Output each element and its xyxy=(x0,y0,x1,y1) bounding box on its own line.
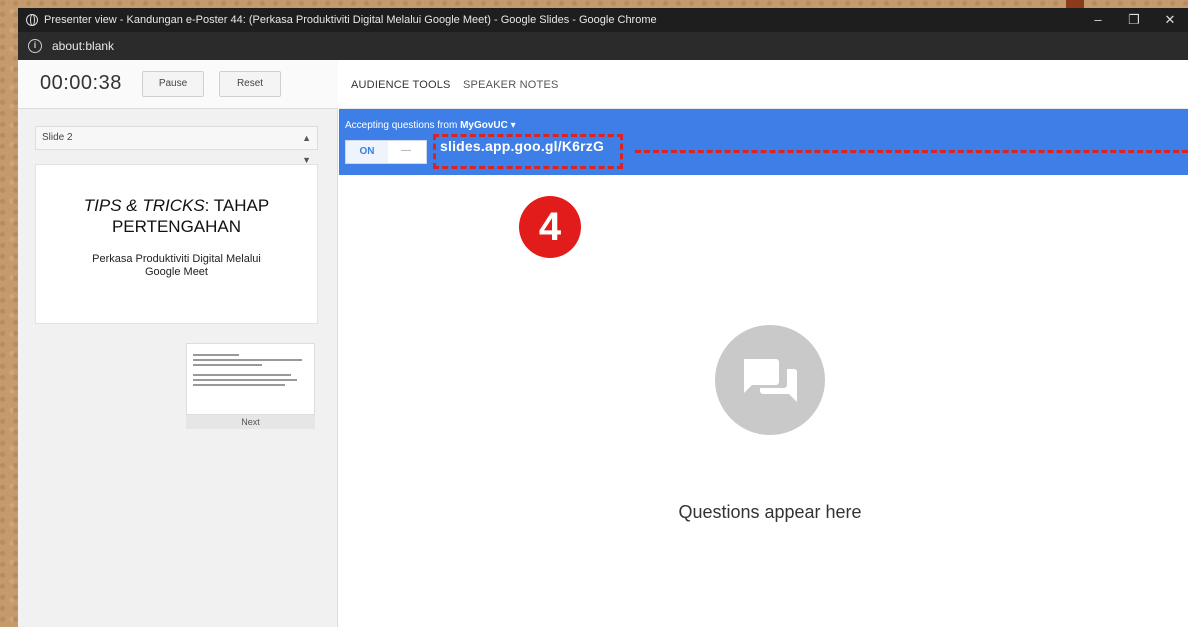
thumb-line xyxy=(193,364,262,366)
minimize-button[interactable]: – xyxy=(1080,8,1116,32)
questions-empty-text: Questions appear here xyxy=(678,502,862,522)
presenter-left-panel: 00:00:38 Pause Reset Slide 2 ▲ ▼ TIPS & T… xyxy=(18,60,338,627)
qa-link[interactable]: slides.app.goo.gl/K6rzG xyxy=(440,138,604,154)
info-icon[interactable]: i xyxy=(28,39,42,53)
title-bar: Presenter view - Kandungan e-Poster 44: … xyxy=(18,8,1188,32)
timer-bar: 00:00:38 Pause Reset xyxy=(18,60,338,109)
globe-icon xyxy=(26,14,38,26)
thumb-line xyxy=(193,384,285,386)
questions-icon xyxy=(715,325,825,435)
address-bar[interactable]: i about:blank xyxy=(18,32,1188,60)
annotation-dashed-line xyxy=(635,150,1188,153)
thumb-line xyxy=(193,354,239,356)
presenter-right-panel: AUDIENCE TOOLS SPEAKER NOTES Accepting q… xyxy=(339,60,1188,627)
chat-bubbles-icon xyxy=(744,359,797,402)
restore-button[interactable]: ❐ xyxy=(1116,8,1152,32)
next-label[interactable]: Next xyxy=(186,415,315,429)
accepting-prefix: Accepting questions from xyxy=(345,120,458,131)
thumb-line xyxy=(193,379,297,381)
next-slide-thumbnail[interactable] xyxy=(186,343,315,415)
tab-audience-tools[interactable]: AUDIENCE TOOLS xyxy=(351,60,451,109)
step-number-badge: 4 xyxy=(519,196,581,258)
browser-window: Presenter view - Kandungan e-Poster 44: … xyxy=(18,8,1188,627)
window-controls: – ❐ ✕ xyxy=(1080,8,1188,32)
close-button[interactable]: ✕ xyxy=(1152,8,1188,32)
audience-qa-bar: Accepting questions from MyGovUC ▾ ON — … xyxy=(339,109,1188,175)
accepting-questions-text[interactable]: Accepting questions from MyGovUC ▾ xyxy=(345,120,516,131)
tab-bar: AUDIENCE TOOLS SPEAKER NOTES xyxy=(339,60,1188,109)
window-title: Presenter view - Kandungan e-Poster 44: … xyxy=(44,14,657,26)
timer: 00:00:38 xyxy=(40,72,122,94)
tab-speaker-notes[interactable]: SPEAKER NOTES xyxy=(463,60,559,109)
thumb-line xyxy=(193,374,291,376)
pause-button[interactable]: Pause xyxy=(142,71,204,97)
dropdown-icon[interactable]: ▾ xyxy=(511,120,516,131)
thumb-line xyxy=(193,359,303,361)
toggle-off[interactable]: — xyxy=(386,141,426,163)
slide-title-italic: TIPS & TRICKS xyxy=(83,196,205,215)
slide-select-value: Slide 2 xyxy=(42,132,73,143)
slide-select[interactable]: Slide 2 ▲ ▼ xyxy=(35,126,318,165)
reset-button[interactable]: Reset xyxy=(219,71,281,97)
slide-title: TIPS & TRICKS: TAHAP PERTENGAHAN xyxy=(36,195,317,237)
current-slide-preview: TIPS & TRICKS: TAHAP PERTENGAHAN Perkasa… xyxy=(35,164,318,324)
qa-toggle[interactable]: ON — xyxy=(345,140,427,164)
toggle-on[interactable]: ON xyxy=(346,141,388,163)
slide-subtitle: Perkasa Produktiviti Digital Melalui Goo… xyxy=(92,253,261,278)
org-name[interactable]: MyGovUC xyxy=(460,120,508,131)
address-text: about:blank xyxy=(52,39,115,53)
